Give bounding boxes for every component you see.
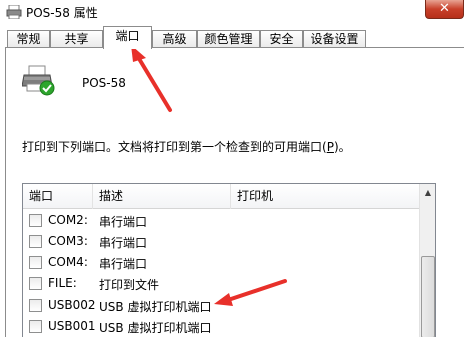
port-row[interactable]: FILE: 打印到文件 bbox=[23, 273, 419, 295]
port-checkbox[interactable] bbox=[29, 214, 42, 227]
port-row[interactable]: COM2: 串行端口 bbox=[23, 210, 419, 232]
tab-sharing[interactable]: 共享 bbox=[50, 30, 103, 48]
port-description-cell: USB 虚拟打印机端口 bbox=[99, 321, 212, 335]
tab-color-management[interactable]: 颜色管理 bbox=[197, 30, 260, 48]
scroll-thumb[interactable] bbox=[421, 256, 435, 337]
description-text: 打印到下列端口。文档将打印到第一个检查到的可用端口( bbox=[22, 140, 327, 154]
port-description-cell: 串行端口 bbox=[99, 257, 148, 271]
list-header: 端口 描述 打印机 bbox=[23, 184, 419, 209]
description-end: )。 bbox=[333, 140, 351, 154]
port-checkbox[interactable] bbox=[29, 299, 42, 312]
scroll-up-icon[interactable]: ▲ bbox=[420, 184, 435, 201]
port-list[interactable]: 端口 描述 打印机 COM2: 串行端口 COM3: 串行端口 COM4: 串行… bbox=[22, 183, 436, 337]
port-row[interactable]: COM3: 串行端口 bbox=[23, 231, 419, 253]
column-header-printer[interactable]: 打印机 bbox=[231, 184, 419, 209]
vertical-scrollbar[interactable]: ▲ bbox=[419, 184, 435, 337]
printer-name: POS-58 bbox=[82, 76, 126, 90]
port-checkbox[interactable] bbox=[29, 256, 42, 269]
port-description-cell: 串行端口 bbox=[99, 236, 148, 250]
tab-device-settings[interactable]: 设备设置 bbox=[303, 30, 366, 48]
printer-icon bbox=[22, 65, 55, 96]
port-row[interactable]: USB002 USB 虚拟打印机端口 bbox=[23, 295, 419, 317]
port-name: COM4: bbox=[48, 255, 88, 269]
window-title: POS-58 属性 bbox=[26, 6, 98, 20]
port-name: COM3: bbox=[48, 234, 88, 248]
tab-advanced[interactable]: 高级 bbox=[152, 30, 197, 48]
port-name: USB001 bbox=[48, 319, 96, 333]
port-row[interactable]: USB001 USB 虚拟打印机端口 bbox=[23, 316, 419, 337]
port-checkbox[interactable] bbox=[29, 320, 42, 333]
port-description: 打印到下列端口。文档将打印到第一个检查到的可用端口(P)。 bbox=[22, 138, 351, 155]
tab-general[interactable]: 常规 bbox=[7, 30, 50, 48]
printer-icon bbox=[6, 5, 22, 19]
tab-security[interactable]: 安全 bbox=[260, 30, 303, 48]
close-button[interactable]: ✕ bbox=[425, 0, 464, 19]
port-name: USB002 bbox=[48, 298, 96, 312]
port-checkbox[interactable] bbox=[29, 235, 42, 248]
title-bar: POS-58 属性 ✕ bbox=[0, 0, 464, 24]
column-header-port[interactable]: 端口 bbox=[23, 184, 93, 209]
description-access-key: P bbox=[326, 140, 334, 154]
port-description-cell: 串行端口 bbox=[99, 215, 148, 229]
port-description-cell: USB 虚拟打印机端口 bbox=[99, 300, 212, 314]
tab-ports[interactable]: 端口 bbox=[103, 26, 152, 49]
tab-strip: 常规 共享 端口 高级 颜色管理 安全 设备设置 bbox=[0, 24, 464, 49]
port-description-cell: 打印到文件 bbox=[99, 278, 160, 292]
port-row[interactable]: COM4: 串行端口 bbox=[23, 252, 419, 274]
port-name: FILE: bbox=[48, 276, 77, 290]
column-header-description[interactable]: 描述 bbox=[93, 184, 231, 209]
port-name: COM2: bbox=[48, 213, 88, 227]
close-icon: ✕ bbox=[439, 1, 450, 16]
separator bbox=[22, 118, 452, 119]
port-checkbox[interactable] bbox=[29, 277, 42, 290]
